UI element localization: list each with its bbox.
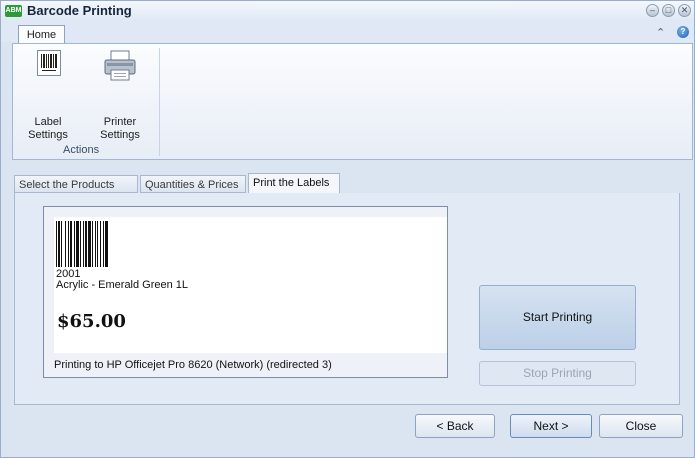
next-button[interactable]: Next > [510, 414, 592, 438]
ribbon-group-label: Actions [63, 144, 100, 156]
barcode-printing-window: ABM Barcode Printing – □ ✕ Home ⌃ ? Labe [0, 0, 695, 458]
maximize-icon: □ [665, 5, 672, 15]
barcode-graphic [56, 221, 108, 267]
tab-quantities-prices[interactable]: Quantities & Prices [140, 175, 246, 193]
tab-home[interactable]: Home [18, 25, 65, 44]
stop-printing-button[interactable]: Stop Printing [479, 361, 636, 386]
printer-status-text: Printing to HP Officejet Pro 8620 (Netwo… [54, 359, 332, 371]
printer-settings-line1: Printer [103, 116, 137, 128]
ribbon-group-divider [159, 48, 160, 156]
collapse-ribbon-icon[interactable]: ⌃ [656, 26, 665, 39]
label-settings-line1: Label [34, 116, 62, 128]
close-button[interactable]: Close [599, 414, 683, 438]
window-title: Barcode Printing [27, 3, 132, 18]
title-bar: ABM Barcode Printing – □ ✕ [1, 1, 694, 21]
close-window-button[interactable]: ✕ [678, 4, 691, 17]
label-card: 2001 Acrylic - Emerald Green 1L $65.00 [54, 217, 447, 353]
back-button[interactable]: < Back [415, 414, 495, 438]
label-settings-button[interactable]: Label Settings [17, 48, 79, 141]
printer-settings-button[interactable]: Printer Settings [89, 48, 151, 141]
barcode-label-icon [37, 50, 61, 76]
minimize-icon: – [649, 5, 655, 15]
app-logo-icon: ABM [5, 5, 22, 17]
product-description: Acrylic - Emerald Green 1L [56, 279, 189, 291]
printer-icon [104, 50, 136, 81]
label-preview: 2001 Acrylic - Emerald Green 1L $65.00 P… [43, 206, 448, 378]
minimize-button[interactable]: – [646, 4, 659, 17]
tab-print-labels[interactable]: Print the Labels [248, 173, 340, 194]
ribbon-tab-row [1, 21, 694, 42]
print-labels-panel: 2001 Acrylic - Emerald Green 1L $65.00 P… [14, 193, 680, 405]
maximize-button[interactable]: □ [662, 4, 675, 17]
start-printing-button[interactable]: Start Printing [479, 285, 636, 350]
label-settings-line2: Settings [28, 129, 68, 141]
close-icon: ✕ [680, 5, 689, 15]
printer-settings-line2: Settings [100, 129, 140, 141]
help-icon[interactable]: ? [677, 26, 689, 38]
tab-select-products[interactable]: Select the Products [14, 175, 138, 193]
product-price: $65.00 [57, 311, 126, 332]
ribbon-panel: Label Settings Printer Settings Actions [12, 43, 693, 160]
